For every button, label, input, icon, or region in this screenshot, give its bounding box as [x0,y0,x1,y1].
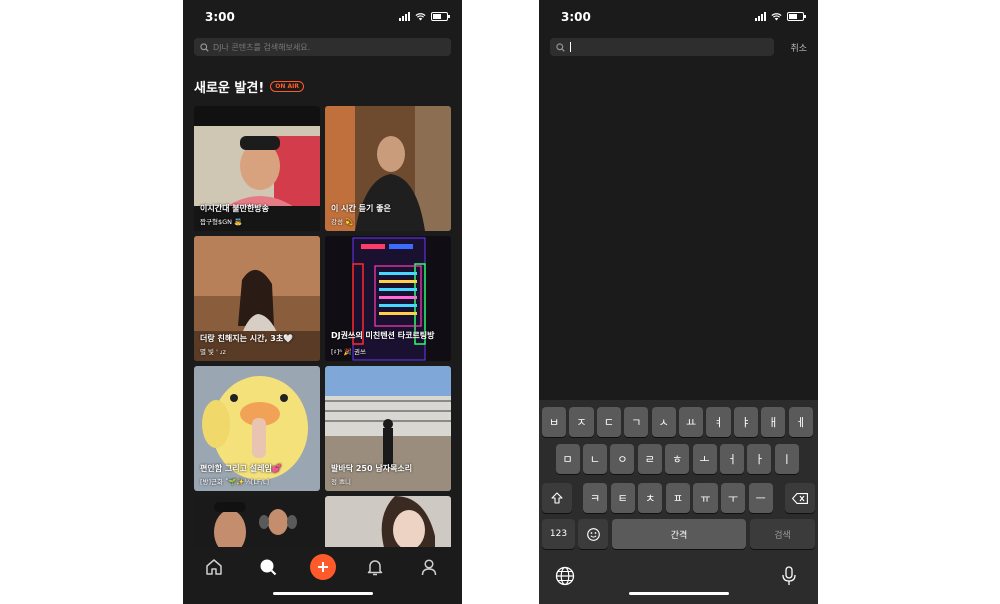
key[interactable]: ㄱ [624,407,649,437]
search-icon [260,559,277,576]
numbers-key[interactable]: 123 [542,519,575,549]
key[interactable]: ㅋ [583,483,608,513]
key[interactable]: ㄷ [596,407,621,437]
live-card[interactable] [194,496,320,551]
key[interactable]: ㅂ [542,407,567,437]
live-card[interactable]: 편안함 그리고 설레임💕 [방]근화 ˚🌱✨⅓[LF/L] [194,366,320,491]
card-dj-name: 강성 💫 [331,218,354,226]
card-title: 더랑 친해지는 시간, 3초🤍 [200,334,294,343]
nav-profile[interactable] [417,555,441,579]
broadcaster-thumbnail [194,496,320,551]
home-icon [206,559,222,575]
key[interactable]: ㅎ [665,444,690,474]
key[interactable]: ㅜ [721,483,746,513]
wifi-icon [771,13,782,21]
live-card[interactable]: DJ권쓰의 미친텐션 타코르팅방 [♯]⁸ 🎉 권쓰 [325,236,451,361]
globe-icon [555,566,575,586]
shift-icon [551,492,563,504]
key[interactable]: ㅍ [665,483,690,513]
status-time: 3:00 [561,10,591,24]
search-input[interactable] [550,38,774,56]
card-title: 이시간대 불만한방송 [200,204,270,213]
nav-notifications[interactable] [363,555,387,579]
plus-icon [318,562,328,572]
text-cursor [570,42,571,52]
backspace-key[interactable] [785,483,815,513]
key[interactable]: ㅑ [733,407,758,437]
home-indicator [273,592,373,595]
card-dj-name: 별 빛 ' ᴊᴢ [200,348,226,356]
emoji-key[interactable] [578,519,608,549]
key[interactable]: ㅠ [693,483,718,513]
bell-icon [367,560,383,576]
signal-icon [399,12,410,21]
status-time: 3:00 [205,10,235,24]
card-title: 이 시간 듣기 좋은 [331,204,391,213]
language-switch[interactable] [555,566,575,590]
cancel-button[interactable]: 취소 [790,41,807,54]
battery-icon [431,12,450,21]
key[interactable]: ㅊ [638,483,663,513]
microphone-icon [782,566,796,585]
key[interactable]: ㅔ [788,407,813,437]
bottom-nav [183,547,462,604]
on-air-badge: ON AIR [270,81,304,92]
key[interactable]: ㅛ [679,407,704,437]
space-key[interactable]: 간격 [612,519,746,549]
wifi-icon [415,13,426,21]
key[interactable]: ㅌ [610,483,635,513]
profile-icon [421,559,437,576]
card-title: 편안함 그리고 설레임💕 [200,464,282,473]
live-card[interactable]: 더랑 친해지는 시간, 3초🤍 별 빛 ' ᴊᴢ [194,236,320,361]
card-dj-name: 짭구형$GN 👼 [200,218,243,226]
card-dj-name: [♯]⁸ 🎉 권쓰 [331,348,367,356]
section-header: 새로운 발견! ON AIR [194,77,304,96]
key[interactable]: ㅗ [692,444,717,474]
key[interactable]: ㅡ [748,483,773,513]
key[interactable]: ㅅ [651,407,676,437]
key[interactable]: ㅏ [747,444,772,474]
search-input[interactable] [213,42,443,52]
home-indicator [629,592,729,595]
search-bar[interactable] [194,38,451,56]
nav-home[interactable] [202,555,226,579]
key[interactable]: ㅁ [555,444,580,474]
korean-keyboard: ㅂㅈㄷㄱㅅㅛㅕㅑㅐㅔ ㅁㄴㅇㄹㅎㅗㅓㅏㅣ ㅋㅌㅊㅍㅠㅜㅡ 123 간격 검색 [539,400,818,604]
key[interactable]: ㄹ [637,444,662,474]
status-bar: 3:00 [539,0,818,34]
live-card[interactable] [325,496,451,551]
key[interactable]: ㅕ [706,407,731,437]
card-dj-name: [방]근화 ˚🌱✨⅓[LF/L] [200,478,270,486]
live-card[interactable]: 발바닥 250 남자목소리 정 쁘니 [325,366,451,491]
emoji-icon [586,527,600,541]
section-title: 새로운 발견! [194,81,265,96]
search-screen: 3:00 취소 ㅂㅈㄷㄱㅅㅛㅕㅑㅐㅔ ㅁㄴㅇㄹㅎㅗㅓㅏㅣ ㅋㅌㅊㅍㅠㅜㅡ 123… [539,0,818,604]
backspace-icon [792,492,808,504]
key[interactable]: ㄴ [582,444,608,474]
search-icon [200,42,209,52]
key[interactable]: ㅓ [719,444,745,474]
broadcaster-thumbnail [325,236,451,361]
nav-search[interactable] [256,555,280,579]
card-title: DJ권쓰의 미친텐션 타코르팅방 [331,331,435,340]
live-card[interactable]: 이시간대 불만한방송 짭구형$GN 👼 [194,106,320,231]
card-dj-name: 정 쁘니 [331,478,352,486]
shift-key[interactable] [542,483,572,513]
signal-icon [755,12,766,21]
live-card[interactable]: 이 시간 듣기 좋은 강성 💫 [325,106,451,231]
dictation-button[interactable] [781,566,797,590]
search-icon [556,42,565,52]
key[interactable]: ㅣ [774,444,799,474]
key[interactable]: ㅐ [761,407,786,437]
status-bar: 3:00 [183,0,462,34]
key[interactable]: ㅇ [610,444,635,474]
discover-screen: 3:00 새로운 발견! ON AIR 이시간대 불만한방송 짭구형$GN 👼 [183,0,462,604]
key[interactable]: ㅈ [569,407,594,437]
nav-create-button[interactable] [310,554,336,580]
battery-icon [787,12,806,21]
broadcaster-thumbnail [325,496,451,551]
search-key[interactable]: 검색 [750,519,815,549]
card-title: 발바닥 250 남자목소리 [331,464,413,473]
